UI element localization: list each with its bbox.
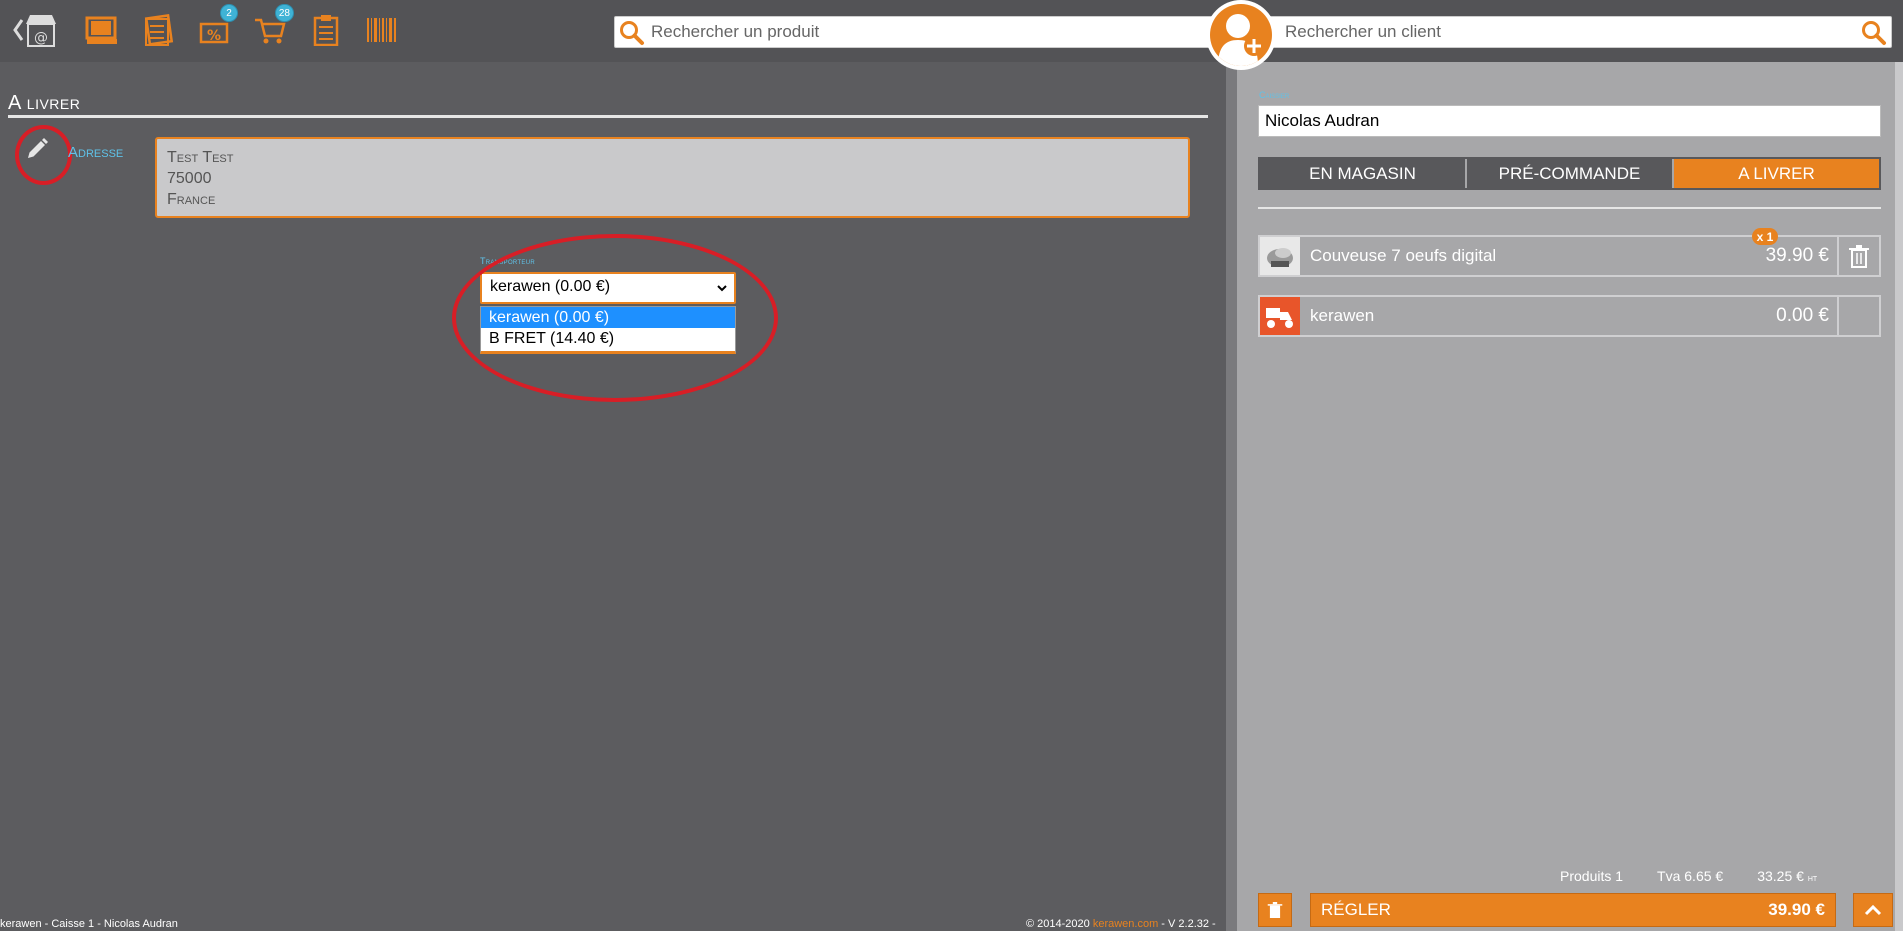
client-search [1248,16,1892,48]
address-label: Adresse [68,144,124,161]
version-text: - V 2.2.32 - [1158,918,1216,930]
carrier-selected-value: kerawen (0.00 €) [490,278,611,295]
pay-button[interactable]: RÉGLER 39.90 € [1310,893,1836,927]
add-client-button[interactable] [1206,0,1276,70]
tab-en-magasin[interactable]: EN MAGASIN [1260,159,1467,188]
cashier-field[interactable]: Nicolas Audran [1258,105,1881,137]
address-line: 75000 [167,170,212,187]
address-display: Test Test 75000 France [155,137,1190,218]
tab-a-livrer[interactable]: A LIVRER [1674,159,1879,188]
panel-divider[interactable] [1226,62,1237,931]
cart-panel [1237,0,1903,931]
cart-line-price: 0.00 € [1776,305,1829,326]
promotions-icon[interactable]: % 2 [196,4,238,48]
cart-line-price: 39.90 € [1765,245,1829,266]
cart-scrollbar[interactable] [1895,62,1903,931]
carrier-dropdown: kerawen (0.00 €) B FRET (14.40 €) [480,306,736,354]
ht-amount: 33.25 € [1757,868,1804,884]
divider [1258,207,1881,209]
pay-amount: 39.90 € [1768,900,1825,919]
clear-cart-button[interactable] [1258,893,1292,927]
footer-session-info: kerawen - Caisse 1 - Nicolas Audran [0,918,178,930]
carrier-option[interactable]: kerawen (0.00 €) [481,307,735,328]
delete-line-button[interactable] [1837,237,1879,275]
page-title: A livrer [8,92,1208,118]
delivery-scooter-icon [1260,297,1300,335]
ht-suffix: HT [1807,876,1818,883]
svg-text:@: @ [34,30,48,46]
product-search-input[interactable] [651,17,1211,47]
cart-icon[interactable]: 28 [252,4,294,48]
line-action-slot [1837,297,1879,335]
address-line: Test Test [167,149,234,166]
catalog-icon[interactable] [140,12,176,48]
client-search-input[interactable] [1285,17,1845,47]
expand-button[interactable] [1853,893,1893,927]
cashier-label: Caissier [1259,90,1290,100]
brand-link[interactable]: kerawen.com [1093,918,1158,930]
order-type-tabs: EN MAGASIN PRÉ-COMMANDE A LIVRER [1258,157,1881,190]
footer-copyright: © 2014-2020 kerawen.com - V 2.2.32 - [1026,918,1216,930]
cart-line-name: kerawen [1310,306,1375,325]
ht-total: 33.25 € HT [1757,868,1817,884]
search-icon[interactable] [619,20,645,51]
add-user-icon [1218,14,1264,66]
tva-total: Tva 6.65 € [1657,868,1724,884]
back-store-icon[interactable]: @ [12,12,62,48]
pencil-icon [28,138,48,158]
products-count: Produits 1 [1560,868,1624,884]
search-icon[interactable] [1861,20,1887,51]
trash-icon [1267,902,1283,918]
cart-totals: Produits 1 Tva 6.65 € 33.25 € HT [1560,868,1880,884]
pos-icon[interactable] [84,12,120,48]
carrier-option[interactable]: B FRET (14.40 €) [481,328,735,349]
pay-label: RÉGLER [1321,900,1391,919]
carrier-select[interactable]: kerawen (0.00 €) [480,272,736,304]
trash-icon [1849,245,1869,268]
address-line: France [167,191,216,208]
barcode-icon[interactable] [364,12,400,48]
product-thumbnail [1260,237,1300,275]
product-search [614,16,1214,48]
edit-address-button[interactable] [22,134,52,164]
chevron-down-icon [716,281,728,299]
pending-count-badge: 2 [220,4,238,22]
carrier-label: Transporteur [480,256,535,266]
cart-line-name: Couveuse 7 oeufs digital [1310,246,1497,265]
svg-text:%: % [207,28,221,44]
quantity-badge: x 1 [1752,228,1778,245]
clipboard-icon[interactable] [308,12,344,48]
cart-line-shipping[interactable]: kerawen 0.00 € [1258,295,1881,337]
cart-count-badge: 28 [274,4,294,22]
chevron-up-icon [1864,904,1882,916]
tab-pre-commande[interactable]: PRÉ-COMMANDE [1467,159,1674,188]
cart-line-product[interactable]: Couveuse 7 oeufs digital 39.90 € [1258,235,1881,277]
copyright-text: © 2014-2020 [1026,918,1093,930]
